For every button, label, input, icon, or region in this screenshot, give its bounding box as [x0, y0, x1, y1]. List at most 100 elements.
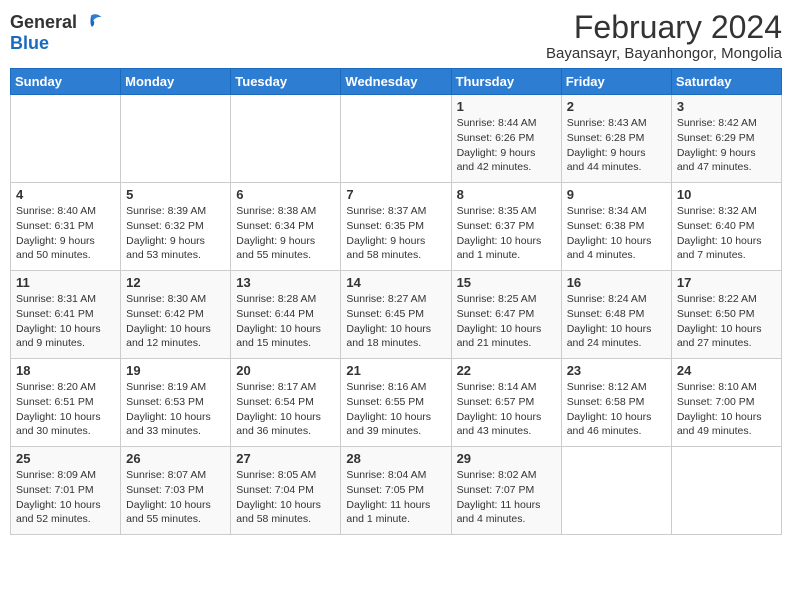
day-number: 24 — [677, 363, 776, 378]
day-cell: 10 Sunrise: 8:32 AM Sunset: 6:40 PM Dayli… — [671, 183, 781, 271]
day-cell: 21 Sunrise: 8:16 AM Sunset: 6:55 PM Dayli… — [341, 359, 451, 447]
logo: General Blue — [10, 10, 103, 52]
day-number: 6 — [236, 187, 335, 202]
day-info: Sunrise: 8:28 AM Sunset: 6:44 PM Dayligh… — [236, 292, 335, 351]
day-info: Sunrise: 8:30 AM Sunset: 6:42 PM Dayligh… — [126, 292, 225, 351]
day-cell: 11 Sunrise: 8:31 AM Sunset: 6:41 PM Dayli… — [11, 271, 121, 359]
logo-general: General — [10, 13, 77, 31]
day-cell: 14Sunrise: 8:27 AM Sunset: 6:45 PM Dayli… — [341, 271, 451, 359]
header-thursday: Thursday — [451, 69, 561, 95]
day-cell — [671, 447, 781, 535]
day-info: Sunrise: 8:25 AM Sunset: 6:47 PM Dayligh… — [457, 292, 556, 351]
header-friday: Friday — [561, 69, 671, 95]
day-number: 21 — [346, 363, 445, 378]
day-cell: 7 Sunrise: 8:37 AM Sunset: 6:35 PM Daylig… — [341, 183, 451, 271]
day-cell: 29Sunrise: 8:02 AM Sunset: 7:07 PM Dayli… — [451, 447, 561, 535]
day-info: Sunrise: 8:22 AM Sunset: 6:50 PM Dayligh… — [677, 292, 776, 351]
day-cell — [561, 447, 671, 535]
day-info: Sunrise: 8:10 AM Sunset: 7:00 PM Dayligh… — [677, 380, 776, 439]
week-row-2: 4 Sunrise: 8:40 AM Sunset: 6:31 PM Daylig… — [11, 183, 782, 271]
calendar-title: February 2024 — [546, 10, 782, 45]
day-cell — [121, 95, 231, 183]
day-number: 16 — [567, 275, 666, 290]
day-cell: 15 Sunrise: 8:25 AM Sunset: 6:47 PM Dayli… — [451, 271, 561, 359]
day-cell: 26 Sunrise: 8:07 AM Sunset: 7:03 PM Dayli… — [121, 447, 231, 535]
day-number: 7 — [346, 187, 445, 202]
day-number: 8 — [457, 187, 556, 202]
day-cell: 27 Sunrise: 8:05 AM Sunset: 7:04 PM Dayli… — [231, 447, 341, 535]
calendar-subtitle: Bayansayr, Bayanhongor, Mongolia — [546, 45, 782, 62]
header-wednesday: Wednesday — [341, 69, 451, 95]
day-info: Sunrise: 8:09 AM Sunset: 7:01 PM Dayligh… — [16, 468, 115, 527]
week-row-4: 18 Sunrise: 8:20 AM Sunset: 6:51 PM Dayli… — [11, 359, 782, 447]
day-info: Sunrise: 8:20 AM Sunset: 6:51 PM Dayligh… — [16, 380, 115, 439]
day-info: Sunrise: 8:37 AM Sunset: 6:35 PM Dayligh… — [346, 204, 445, 263]
day-number: 13 — [236, 275, 335, 290]
day-number: 18 — [16, 363, 115, 378]
day-cell: 2 Sunrise: 8:43 AM Sunset: 6:28 PM Daylig… — [561, 95, 671, 183]
day-info: Sunrise: 8:14 AM Sunset: 6:57 PM Dayligh… — [457, 380, 556, 439]
day-number: 4 — [16, 187, 115, 202]
day-info: Sunrise: 8:34 AM Sunset: 6:38 PM Dayligh… — [567, 204, 666, 263]
day-info: Sunrise: 8:32 AM Sunset: 6:40 PM Dayligh… — [677, 204, 776, 263]
day-info: Sunrise: 8:44 AM Sunset: 6:26 PM Dayligh… — [457, 116, 556, 175]
day-cell: 25 Sunrise: 8:09 AM Sunset: 7:01 PM Dayli… — [11, 447, 121, 535]
day-cell — [231, 95, 341, 183]
day-cell: 18 Sunrise: 8:20 AM Sunset: 6:51 PM Dayli… — [11, 359, 121, 447]
day-cell: 8Sunrise: 8:35 AM Sunset: 6:37 PM Daylig… — [451, 183, 561, 271]
day-info: Sunrise: 8:05 AM Sunset: 7:04 PM Dayligh… — [236, 468, 335, 527]
logo-bird-icon — [79, 10, 103, 34]
title-block: February 2024 Bayansayr, Bayanhongor, Mo… — [546, 10, 782, 62]
header-sunday: Sunday — [11, 69, 121, 95]
day-number: 1 — [457, 99, 556, 114]
week-row-1: 1 Sunrise: 8:44 AM Sunset: 6:26 PM Daylig… — [11, 95, 782, 183]
day-cell: 23 Sunrise: 8:12 AM Sunset: 6:58 PM Dayli… — [561, 359, 671, 447]
header-tuesday: Tuesday — [231, 69, 341, 95]
day-number: 19 — [126, 363, 225, 378]
day-number: 5 — [126, 187, 225, 202]
day-cell: 13 Sunrise: 8:28 AM Sunset: 6:44 PM Dayli… — [231, 271, 341, 359]
day-number: 15 — [457, 275, 556, 290]
day-cell: 28Sunrise: 8:04 AM Sunset: 7:05 PM Dayli… — [341, 447, 451, 535]
day-cell: 5 Sunrise: 8:39 AM Sunset: 6:32 PM Daylig… — [121, 183, 231, 271]
day-info: Sunrise: 8:16 AM Sunset: 6:55 PM Dayligh… — [346, 380, 445, 439]
day-info: Sunrise: 8:17 AM Sunset: 6:54 PM Dayligh… — [236, 380, 335, 439]
day-info: Sunrise: 8:39 AM Sunset: 6:32 PM Dayligh… — [126, 204, 225, 263]
day-cell: 9Sunrise: 8:34 AM Sunset: 6:38 PM Daylig… — [561, 183, 671, 271]
day-number: 3 — [677, 99, 776, 114]
day-info: Sunrise: 8:40 AM Sunset: 6:31 PM Dayligh… — [16, 204, 115, 263]
day-cell: 19Sunrise: 8:19 AM Sunset: 6:53 PM Dayli… — [121, 359, 231, 447]
week-row-3: 11 Sunrise: 8:31 AM Sunset: 6:41 PM Dayli… — [11, 271, 782, 359]
day-cell: 6 Sunrise: 8:38 AM Sunset: 6:34 PM Daylig… — [231, 183, 341, 271]
day-info: Sunrise: 8:24 AM Sunset: 6:48 PM Dayligh… — [567, 292, 666, 351]
day-number: 20 — [236, 363, 335, 378]
day-number: 10 — [677, 187, 776, 202]
day-cell — [341, 95, 451, 183]
week-row-5: 25 Sunrise: 8:09 AM Sunset: 7:01 PM Dayli… — [11, 447, 782, 535]
day-number: 22 — [457, 363, 556, 378]
day-cell — [11, 95, 121, 183]
day-number: 29 — [457, 451, 556, 466]
day-number: 27 — [236, 451, 335, 466]
day-number: 12 — [126, 275, 225, 290]
day-number: 11 — [16, 275, 115, 290]
day-cell: 4 Sunrise: 8:40 AM Sunset: 6:31 PM Daylig… — [11, 183, 121, 271]
logo-blue: Blue — [10, 34, 103, 52]
day-info: Sunrise: 8:12 AM Sunset: 6:58 PM Dayligh… — [567, 380, 666, 439]
day-cell: 3Sunrise: 8:42 AM Sunset: 6:29 PM Daylig… — [671, 95, 781, 183]
day-info: Sunrise: 8:38 AM Sunset: 6:34 PM Dayligh… — [236, 204, 335, 263]
day-info: Sunrise: 8:07 AM Sunset: 7:03 PM Dayligh… — [126, 468, 225, 527]
day-cell: 17Sunrise: 8:22 AM Sunset: 6:50 PM Dayli… — [671, 271, 781, 359]
day-info: Sunrise: 8:31 AM Sunset: 6:41 PM Dayligh… — [16, 292, 115, 351]
page-header: General Blue February 2024 Bayansayr, Ba… — [10, 10, 782, 62]
calendar-table: SundayMondayTuesdayWednesdayThursdayFrid… — [10, 68, 782, 535]
day-info: Sunrise: 8:43 AM Sunset: 6:28 PM Dayligh… — [567, 116, 666, 175]
day-number: 25 — [16, 451, 115, 466]
day-number: 23 — [567, 363, 666, 378]
day-number: 2 — [567, 99, 666, 114]
day-cell: 12 Sunrise: 8:30 AM Sunset: 6:42 PM Dayli… — [121, 271, 231, 359]
day-cell: 1 Sunrise: 8:44 AM Sunset: 6:26 PM Daylig… — [451, 95, 561, 183]
day-cell: 16 Sunrise: 8:24 AM Sunset: 6:48 PM Dayli… — [561, 271, 671, 359]
day-number: 26 — [126, 451, 225, 466]
day-cell: 24 Sunrise: 8:10 AM Sunset: 7:00 PM Dayli… — [671, 359, 781, 447]
